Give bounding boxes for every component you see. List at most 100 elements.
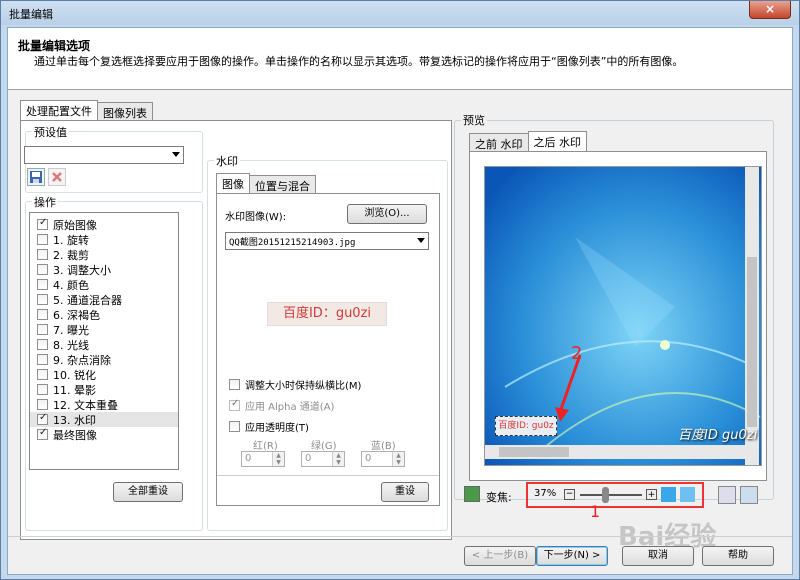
close-button[interactable]: × <box>749 1 791 19</box>
watermark-overlay[interactable]: 百度ID: gu0z <box>495 416 557 436</box>
operation-label[interactable]: 最终图像 <box>53 427 97 443</box>
presets-combo[interactable] <box>24 146 184 164</box>
red-spinner[interactable]: 0 ▲ ▼ <box>241 451 285 467</box>
operation-item[interactable]: 10. 锐化 <box>30 367 178 382</box>
operation-checkbox[interactable] <box>37 354 48 365</box>
keep-ratio-checkbox[interactable] <box>229 379 240 390</box>
operation-checkbox[interactable] <box>37 249 48 260</box>
reset-all-button[interactable]: 全部重设 <box>113 482 183 502</box>
operation-item[interactable]: 12. 文本重叠 <box>30 397 178 412</box>
operation-label[interactable]: 8. 光线 <box>53 337 89 353</box>
cancel-button[interactable]: 取消 <box>622 546 694 566</box>
use-opacity-row[interactable]: 应用透明度(T) <box>229 419 309 434</box>
zoom-slider[interactable] <box>580 494 642 496</box>
operation-label[interactable]: 12. 文本重叠 <box>53 397 118 413</box>
operation-item[interactable]: 8. 光线 <box>30 337 178 352</box>
operation-checkbox[interactable] <box>37 279 48 290</box>
operation-label[interactable]: 1. 旋转 <box>53 232 89 248</box>
operation-checkbox[interactable] <box>37 412 48 425</box>
operation-item[interactable]: 4. 颜色 <box>30 277 178 292</box>
watermark-label: 水印 <box>214 153 240 169</box>
profile-panel: 预设值 操作 原始图像1. 旋转2. 裁剪3. 调整大小4. 颜色5. 通道混合… <box>20 120 452 540</box>
operation-label[interactable]: 原始图像 <box>53 217 97 233</box>
zoom-out-button[interactable]: − <box>564 489 575 500</box>
use-alpha-row[interactable]: 应用 Alpha 通道(A) <box>229 398 334 413</box>
operations-label: 操作 <box>32 194 58 210</box>
operation-checkbox[interactable] <box>37 264 48 275</box>
operation-checkbox[interactable] <box>37 339 48 350</box>
header-title: 批量编辑选项 <box>18 39 91 53</box>
use-opacity-checkbox[interactable] <box>229 421 240 432</box>
footer-divider <box>8 536 792 537</box>
operation-item[interactable]: 9. 杂点消除 <box>30 352 178 367</box>
operation-item[interactable]: 6. 深褐色 <box>30 307 178 322</box>
operation-checkbox[interactable] <box>37 427 48 440</box>
tab-image-list[interactable]: 图像列表 <box>97 102 153 120</box>
watermark-file-combo[interactable]: QQ截图20151215214903.jpg <box>225 232 429 250</box>
delete-preset-icon[interactable] <box>48 168 66 186</box>
presets-group: 预设值 <box>24 124 203 193</box>
operation-checkbox[interactable] <box>37 384 48 395</box>
zoom-in-button[interactable]: + <box>646 489 657 500</box>
keep-ratio-row[interactable]: 调整大小时保持纵横比(M) <box>229 377 361 392</box>
preview-tabs: 之前 水印 之后 水印 <box>469 131 587 151</box>
use-alpha-checkbox[interactable] <box>229 398 240 411</box>
operation-item[interactable]: 5. 通道混合器 <box>30 292 178 307</box>
operation-checkbox[interactable] <box>37 234 48 245</box>
tab-after[interactable]: 之后 水印 <box>527 131 587 151</box>
operation-label[interactable]: 7. 曝光 <box>53 322 89 338</box>
help-button[interactable]: 帮助 <box>702 546 774 566</box>
operation-checkbox[interactable] <box>37 399 48 410</box>
operation-label[interactable]: 9. 杂点消除 <box>53 352 111 368</box>
operation-checkbox[interactable] <box>37 309 48 320</box>
operation-item[interactable]: 13. 水印 <box>30 412 178 427</box>
operation-label[interactable]: 4. 颜色 <box>53 277 89 293</box>
operation-item[interactable]: 最终图像 <box>30 427 178 442</box>
prev-button[interactable]: < 上一步(B) <box>464 546 536 566</box>
operation-label[interactable]: 2. 裁剪 <box>53 247 89 263</box>
operation-label[interactable]: 3. 调整大小 <box>53 262 111 278</box>
operation-label[interactable]: 6. 深褐色 <box>53 307 100 323</box>
use-alpha-label: 应用 Alpha 通道(A) <box>245 402 335 413</box>
refresh-preview-icon[interactable] <box>740 486 758 504</box>
actual-size-icon[interactable] <box>680 487 695 502</box>
operation-item[interactable]: 3. 调整大小 <box>30 262 178 277</box>
operation-label[interactable]: 13. 水印 <box>53 412 96 428</box>
operation-label[interactable]: 10. 锐化 <box>53 367 96 383</box>
operation-item[interactable]: 原始图像 <box>30 217 178 232</box>
operation-label[interactable]: 5. 通道混合器 <box>53 292 122 308</box>
blue-spinner[interactable]: 0 ▲ ▼ <box>361 451 405 467</box>
operation-item[interactable]: 11. 晕影 <box>30 382 178 397</box>
next-button[interactable]: 下一步(N) > <box>536 546 608 566</box>
tab-image[interactable]: 图像 <box>216 173 250 193</box>
browse-button[interactable]: 浏览(O)... <box>347 204 427 224</box>
tab-position-blend[interactable]: 位置与混合 <box>249 175 316 193</box>
operation-checkbox[interactable] <box>37 294 48 305</box>
operation-item[interactable]: 7. 曝光 <box>30 322 178 337</box>
operation-checkbox[interactable] <box>37 217 48 230</box>
fit-window-icon[interactable] <box>661 487 676 502</box>
zoom-slider-thumb[interactable] <box>602 487 609 503</box>
save-preset-icon[interactable] <box>27 168 45 186</box>
dialog-client: 批量编辑选项 通过单击每个复选框选择要应用于图像的操作。单击操作的名称以显示其选… <box>7 27 793 575</box>
operation-item[interactable]: 1. 旋转 <box>30 232 178 247</box>
title-bar: 批量编辑 × <box>1 1 799 25</box>
presets-label: 预设值 <box>32 124 69 140</box>
tab-before[interactable]: 之前 水印 <box>469 133 529 151</box>
watermark-reset-button[interactable]: 重设 <box>381 482 429 502</box>
operations-group: 操作 原始图像1. 旋转2. 裁剪3. 调整大小4. 颜色5. 通道混合器6. … <box>25 194 203 531</box>
tab-profile[interactable]: 处理配置文件 <box>20 100 98 120</box>
keep-ratio-label: 调整大小时保持纵横比(M) <box>245 381 362 392</box>
operation-checkbox[interactable] <box>37 324 48 335</box>
fit-icon[interactable] <box>464 486 480 502</box>
operation-item[interactable]: 2. 裁剪 <box>30 247 178 262</box>
export-icon[interactable] <box>718 486 736 504</box>
operation-label[interactable]: 11. 晕影 <box>53 382 96 398</box>
dialog-header: 批量编辑选项 通过单击每个复选框选择要应用于图像的操作。单击操作的名称以显示其选… <box>8 28 792 90</box>
chevron-down-icon <box>172 152 180 157</box>
red-label: 红(R) <box>253 441 278 452</box>
operation-checkbox[interactable] <box>37 369 48 380</box>
green-spinner[interactable]: 0 ▲ ▼ <box>301 451 345 467</box>
watermark-group: 水印 图像 位置与混合 水印图像(W): 浏览(O)... QQ截图201512… <box>207 153 448 531</box>
watermark-tabs: 图像 位置与混合 <box>216 173 316 193</box>
